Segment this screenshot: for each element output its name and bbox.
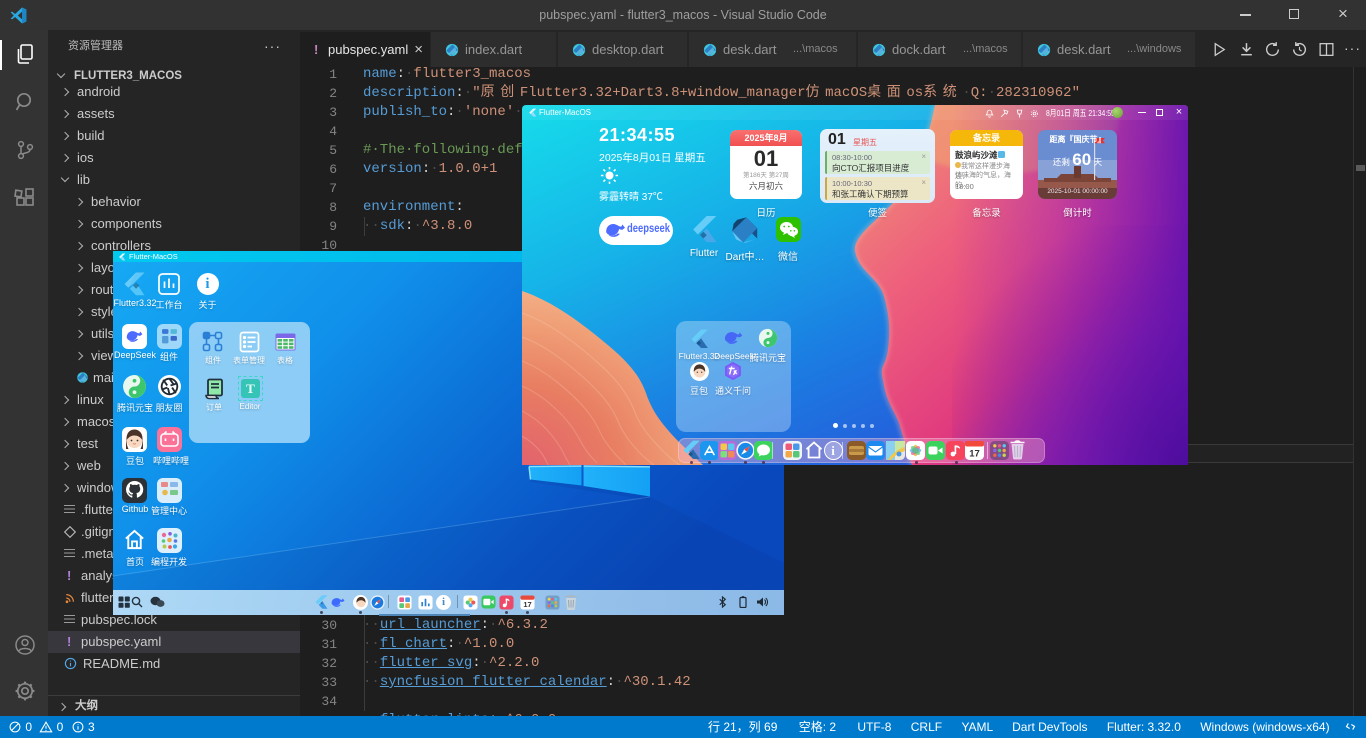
svg-text:17: 17 — [523, 600, 531, 609]
svg-text:17: 17 — [969, 448, 980, 459]
